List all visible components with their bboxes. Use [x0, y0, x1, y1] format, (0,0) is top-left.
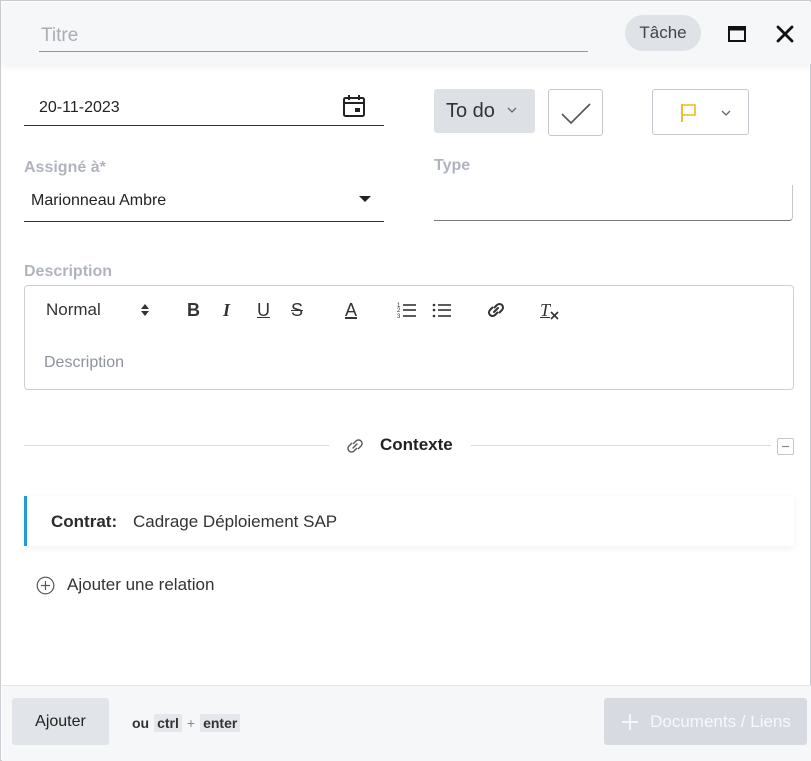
- bullet-list-button[interactable]: [432, 298, 452, 322]
- due-date-field[interactable]: 20-11-2023: [24, 89, 384, 126]
- font-color-button[interactable]: A: [345, 298, 357, 322]
- type-label: Type: [434, 157, 471, 174]
- close-icon: [776, 25, 794, 43]
- documents-links-label: Documents / Liens: [650, 711, 791, 731]
- chevron-down-icon: [721, 110, 731, 116]
- kbd-enter: enter: [200, 714, 241, 732]
- plus-icon: [622, 713, 639, 730]
- bullet-list-icon: [432, 303, 451, 318]
- contract-label: Contrat:: [51, 512, 118, 531]
- contract-value: Cadrage Déploiement SAP: [133, 512, 338, 531]
- type-select[interactable]: [434, 185, 793, 221]
- assigned-value: Marionneau Ambre: [31, 192, 167, 209]
- kbd-ctrl: ctrl: [154, 714, 182, 732]
- underline-button[interactable]: U: [257, 298, 270, 322]
- status-value: To do: [446, 99, 495, 122]
- updown-icon: [141, 304, 149, 316]
- ordered-list-button[interactable]: 1 2 3: [397, 298, 417, 322]
- contract-relation[interactable]: Contrat: Cadrage Déploiement SAP: [24, 496, 794, 546]
- documents-links-button[interactable]: Documents / Liens: [604, 698, 807, 745]
- title-input[interactable]: [39, 20, 588, 52]
- priority-select[interactable]: [652, 89, 749, 135]
- strike-icon: S: [291, 299, 304, 320]
- description-label: Description: [24, 263, 113, 280]
- hint-plus: +: [186, 715, 196, 731]
- bold-icon: B: [187, 299, 200, 320]
- add-button[interactable]: Ajouter: [12, 698, 109, 745]
- flag-icon: [681, 104, 696, 122]
- svg-text:3: 3: [397, 314, 401, 319]
- calendar-icon[interactable]: [341, 93, 367, 119]
- collapse-button[interactable]: [777, 438, 794, 455]
- divider: [24, 445, 329, 446]
- plus-circle-icon: [36, 576, 55, 594]
- dialog-header: Tâche: [2, 2, 811, 64]
- maximize-button[interactable]: [725, 22, 749, 46]
- clear-format-icon: T: [540, 299, 551, 320]
- description-input[interactable]: Description: [44, 354, 124, 372]
- italic-icon: I: [223, 299, 231, 320]
- link-button[interactable]: [485, 298, 507, 322]
- caret-down-icon: [359, 196, 371, 202]
- add-relation-label: Ajouter une relation: [67, 575, 215, 594]
- font-color-icon: A: [345, 299, 358, 320]
- chevron-down-icon: [507, 107, 517, 113]
- ordered-list-icon: 1 2 3: [397, 303, 416, 319]
- minus-icon: [782, 445, 789, 448]
- add-relation-button[interactable]: Ajouter une relation: [36, 573, 214, 597]
- divider: [471, 445, 771, 446]
- bold-button[interactable]: B: [187, 298, 200, 322]
- heading-select[interactable]: Normal: [46, 298, 156, 322]
- hint-or: ou: [132, 715, 150, 731]
- x-small-icon: [550, 310, 559, 320]
- clear-format-button[interactable]: T: [540, 298, 559, 322]
- status-select[interactable]: To do: [434, 89, 535, 133]
- mark-done-button[interactable]: [548, 89, 603, 136]
- italic-button[interactable]: I: [223, 298, 230, 322]
- assigned-select[interactable]: Marionneau Ambre: [24, 184, 384, 222]
- link-icon: [347, 439, 363, 453]
- link-icon: [487, 302, 505, 318]
- assigned-label: Assigné à*: [24, 159, 106, 176]
- maximize-icon: [728, 26, 746, 42]
- close-button[interactable]: [773, 22, 797, 46]
- due-date-value: 20-11-2023: [39, 99, 120, 116]
- type-badge[interactable]: Tâche: [625, 15, 701, 51]
- description-editor: Normal B I U S A 1 2 3 T Description: [24, 285, 794, 390]
- underline-icon: U: [257, 299, 270, 320]
- shortcut-hint: ou ctrl + enter: [132, 714, 243, 732]
- check-icon: [561, 103, 591, 125]
- dialog-footer: Ajouter ou ctrl + enter Documents / Lien…: [2, 685, 811, 761]
- context-title: Contexte: [380, 435, 453, 454]
- heading-value: Normal: [46, 300, 101, 319]
- task-dialog: Tâche 20-11-2023 To do: [0, 0, 811, 761]
- strike-button[interactable]: S: [291, 298, 303, 322]
